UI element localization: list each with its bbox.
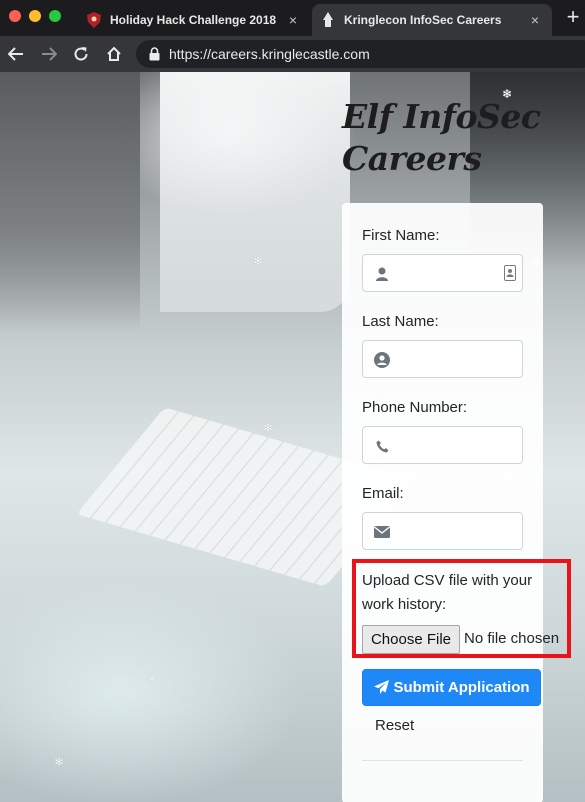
- phone-number-label: Phone Number:: [362, 399, 468, 416]
- page-viewport: ❄ ❄ ❄ ❄ ❄ ❄ ❄ Elf InfoSec Careers First …: [0, 72, 585, 802]
- browser-tab-strip: Holiday Hack Challenge 2018 × Kringlecon…: [0, 0, 585, 36]
- close-icon[interactable]: ×: [284, 11, 302, 29]
- home-icon[interactable]: [103, 43, 125, 65]
- background-screen: [160, 72, 350, 312]
- envelope-icon: [374, 524, 390, 540]
- tab-kringlecon-careers[interactable]: Kringlecon InfoSec Careers ×: [312, 4, 552, 36]
- tab-holiday-hack[interactable]: Holiday Hack Challenge 2018 ×: [78, 4, 310, 36]
- contact-card-icon[interactable]: [504, 265, 516, 281]
- snowflake-icon: ❄: [253, 254, 264, 268]
- lock-icon[interactable]: [147, 46, 161, 62]
- browser-toolbar: https://careers.kringlecastle.com: [0, 36, 585, 72]
- form-divider: [362, 760, 523, 761]
- close-icon[interactable]: ×: [526, 11, 544, 29]
- snowflake-icon: ❄: [263, 421, 274, 435]
- reload-icon[interactable]: [70, 43, 92, 65]
- first-name-field[interactable]: [362, 254, 523, 292]
- url-text: https://careers.kringlecastle.com: [169, 46, 370, 62]
- page-title: Elf InfoSec Careers: [342, 96, 542, 180]
- snowflake-icon: ❄: [54, 755, 65, 769]
- tab-title: Kringlecon InfoSec Careers: [344, 13, 502, 27]
- phone-icon: [374, 438, 390, 454]
- upload-highlight-box: [352, 559, 571, 658]
- snowflake-icon: ❄: [147, 672, 158, 686]
- forward-arrow-icon[interactable]: [38, 43, 60, 65]
- address-bar[interactable]: https://careers.kringlecastle.com: [136, 40, 585, 68]
- application-form: First Name: Last Name: Phone Number: Ema…: [342, 203, 559, 802]
- background-monitor: [0, 72, 140, 332]
- submit-application-label: Submit Application: [393, 679, 530, 696]
- paper-plane-icon: [373, 680, 389, 696]
- window-minimize-button[interactable]: [29, 10, 41, 22]
- email-label: Email:: [362, 485, 404, 502]
- phone-number-field[interactable]: [362, 426, 523, 464]
- first-name-label: First Name:: [362, 227, 440, 244]
- window-maximize-button[interactable]: [49, 10, 61, 22]
- page-title-line2: Careers: [342, 139, 482, 178]
- last-name-label: Last Name:: [362, 313, 439, 330]
- new-tab-button[interactable]: +: [562, 6, 584, 30]
- kringlecon-favicon-icon: [320, 12, 336, 28]
- user-circle-icon: [374, 352, 390, 368]
- back-arrow-icon[interactable]: [5, 43, 27, 65]
- user-icon: [374, 266, 390, 282]
- window-close-button[interactable]: [9, 10, 21, 22]
- shield-favicon-icon: [86, 12, 102, 28]
- email-field[interactable]: [362, 512, 523, 550]
- submit-application-button[interactable]: Submit Application: [362, 669, 541, 706]
- page-title-line1: Elf InfoSec: [342, 97, 541, 136]
- tab-title: Holiday Hack Challenge 2018: [110, 13, 277, 27]
- last-name-field[interactable]: [362, 340, 523, 378]
- reset-button[interactable]: Reset: [375, 717, 414, 734]
